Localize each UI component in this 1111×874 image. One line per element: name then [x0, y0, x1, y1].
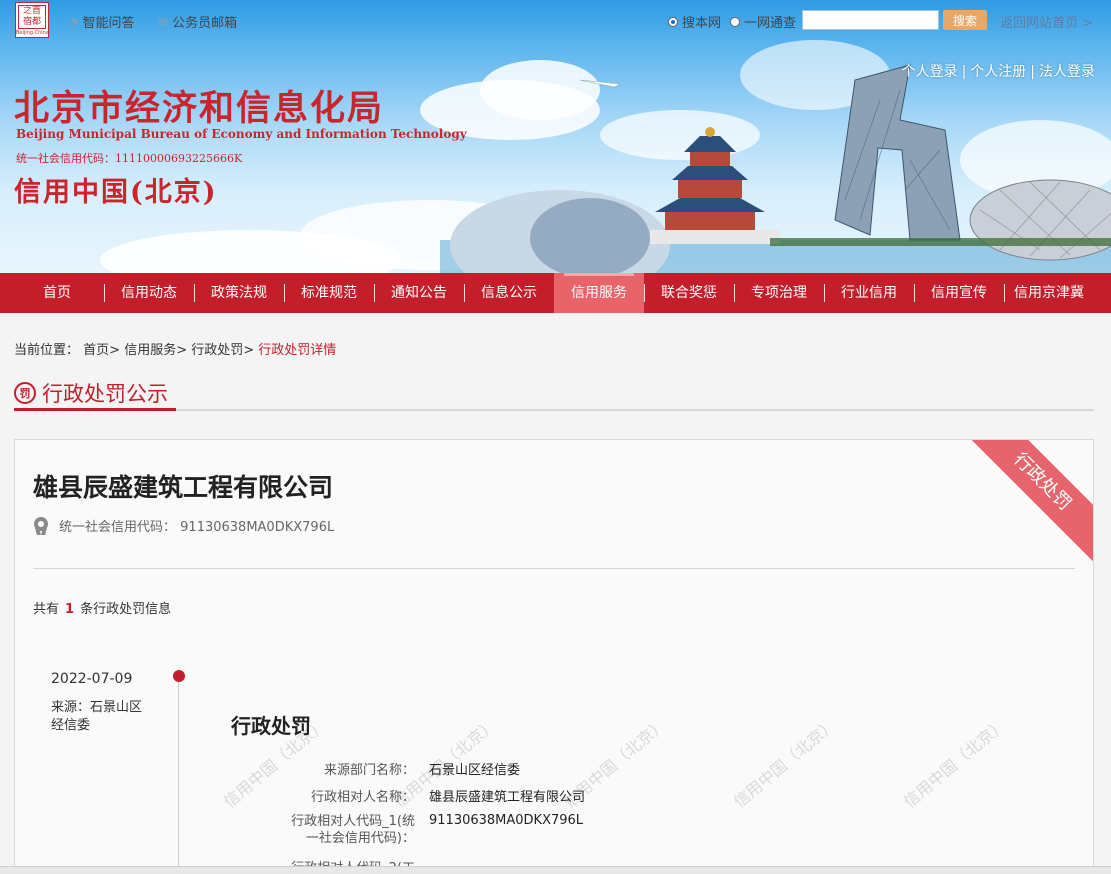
row-key: 来源部门名称： — [323, 763, 415, 778]
timeline-date: 2022-07-09 — [51, 671, 133, 687]
section-header: 罚 行政处罚公示 — [14, 378, 1094, 411]
main-nav: 首页 信用动态 政策法规 标准规范 通知公告 信息公示 信用服务 联合奖惩 专项… — [0, 273, 1111, 313]
credit-china-beijing-title: 信用中国(北京) — [14, 177, 218, 208]
top-utility-bar: 之首 宿都 Beijing·China ◔ 智能问答 ✉ 公务员邮箱 搜本网 一… — [0, 0, 1111, 40]
chat-icon: ◔ — [68, 14, 79, 29]
org-title-en: Beijing Municipal Bureau of Economy and … — [16, 127, 467, 141]
penalty-detail-card: 行政处罚 雄县辰盛建筑工程有限公司 统一社会信用代码： 91130638MA0D… — [14, 439, 1094, 874]
breadcrumb-home[interactable]: 首页> — [83, 343, 120, 358]
logo-mark: 之首 宿都 — [18, 5, 46, 29]
civil-mail-link[interactable]: ✉ 公务员邮箱 — [158, 12, 238, 32]
civil-mail-label: 公务员邮箱 — [172, 16, 238, 31]
row-key: 行政相对人代码_1(统一社会信用代码)： — [225, 813, 415, 847]
org-credit-code: 统一社会信用代码：11110000693225666K — [16, 152, 243, 165]
nav-credit-news[interactable]: 信用动态 — [104, 273, 194, 313]
radio-site-label: 搜本网 — [682, 16, 722, 31]
credit-code-value: 91130638MA0DKX796L — [180, 520, 335, 535]
mail-icon: ✉ — [158, 14, 169, 29]
company-credit-line: 统一社会信用代码： 91130638MA0DKX796L — [33, 516, 334, 535]
row-value: 91130638MA0DKX796L — [429, 813, 584, 828]
nav-credit-promotion[interactable]: 信用宣传 — [914, 273, 1004, 313]
count-prefix: 共有 — [33, 602, 60, 617]
nav-credit-service[interactable]: 信用服务 — [554, 273, 644, 313]
radio-search-site[interactable]: 搜本网 — [668, 12, 721, 31]
smart-qa-link[interactable]: ◔ 智能问答 — [68, 12, 135, 32]
record-count-line: 共有 1 条行政处罚信息 — [33, 598, 171, 617]
bottom-toolbar — [0, 866, 1111, 874]
radio-all-label: 一网通查 — [744, 16, 797, 31]
medal-icon — [33, 516, 49, 535]
row-key-line1: 行政相对人代码_1(统 — [291, 814, 415, 829]
credit-code-label: 统一社会信用代码： — [59, 520, 177, 535]
count-suffix: 条行政处罚信息 — [80, 602, 172, 617]
nav-home[interactable]: 首页 — [0, 273, 104, 313]
timeline-line — [178, 682, 179, 874]
radio-search-all[interactable]: 一网通查 — [730, 12, 796, 31]
nav-jingjinji[interactable]: 信用京津冀 — [1004, 273, 1094, 313]
smart-qa-label: 智能问答 — [82, 16, 135, 31]
nav-notices[interactable]: 通知公告 — [374, 273, 464, 313]
legal-login-link[interactable]: 法人登录 — [1039, 64, 1095, 80]
nav-standards[interactable]: 标准规范 — [284, 273, 374, 313]
header-banner: 之首 宿都 Beijing·China ◔ 智能问答 ✉ 公务员邮箱 搜本网 一… — [0, 0, 1111, 273]
nav-disclosure[interactable]: 信息公示 — [464, 273, 554, 313]
radio-site-button[interactable] — [668, 16, 678, 27]
nav-industry-credit[interactable]: 行业信用 — [824, 273, 914, 313]
search-input[interactable] — [802, 10, 939, 30]
nav-special-governance[interactable]: 专项治理 — [734, 273, 824, 313]
breadcrumb: 当前位置： 首页> 信用服务> 行政处罚> 行政处罚详情 — [14, 339, 336, 358]
login-links: 个人登录 | 个人注册 | 法人登录 — [902, 61, 1095, 81]
logo-caption: Beijing·China — [16, 30, 49, 36]
personal-register-link[interactable]: 个人注册 — [970, 64, 1026, 80]
landmarks-illustration — [440, 64, 1111, 273]
breadcrumb-penalty[interactable]: 行政处罚> — [191, 343, 254, 358]
timeline-dot — [173, 670, 185, 682]
breadcrumb-prefix: 当前位置： — [14, 343, 80, 358]
row-key: 行政相对人名称： — [310, 790, 415, 805]
search-button[interactable]: 搜索 — [943, 10, 987, 30]
section-title: 行政处罚公示 — [42, 382, 168, 406]
site-logo[interactable]: 之首 宿都 Beijing·China — [15, 2, 49, 38]
row-value: 雄县辰盛建筑工程有限公司 — [429, 790, 586, 805]
personal-login-link[interactable]: 个人登录 — [902, 64, 958, 80]
nav-policy[interactable]: 政策法规 — [194, 273, 284, 313]
breadcrumb-current: 行政处罚详情 — [258, 343, 337, 358]
penalty-badge-icon: 罚 — [14, 382, 36, 404]
login-separator: | — [961, 64, 967, 80]
login-separator: | — [1030, 64, 1035, 80]
divider — [33, 568, 1075, 569]
breadcrumb-service[interactable]: 信用服务> — [124, 343, 187, 358]
radio-all-button[interactable] — [730, 16, 740, 27]
company-name: 雄县辰盛建筑工程有限公司 — [33, 473, 334, 502]
nav-rewards-penalties[interactable]: 联合奖惩 — [644, 273, 734, 313]
row-value: 石景山区经信委 — [429, 763, 521, 778]
penalty-ribbon: 行政处罚 — [960, 440, 1093, 564]
watermark: 信用中国（北京） — [899, 714, 1011, 812]
row-key-line2: 一社会信用代码)： — [305, 831, 415, 846]
record-count: 1 — [65, 602, 75, 617]
org-title-cn: 北京市经济和信息化局 — [14, 88, 385, 129]
back-home-link[interactable]: 返回网站首页 > — [1000, 12, 1093, 31]
record-title: 行政处罚 — [231, 714, 311, 738]
watermark: 信用中国（北京） — [729, 714, 841, 812]
timeline-source: 来源：石景山区经信委 — [51, 700, 143, 733]
